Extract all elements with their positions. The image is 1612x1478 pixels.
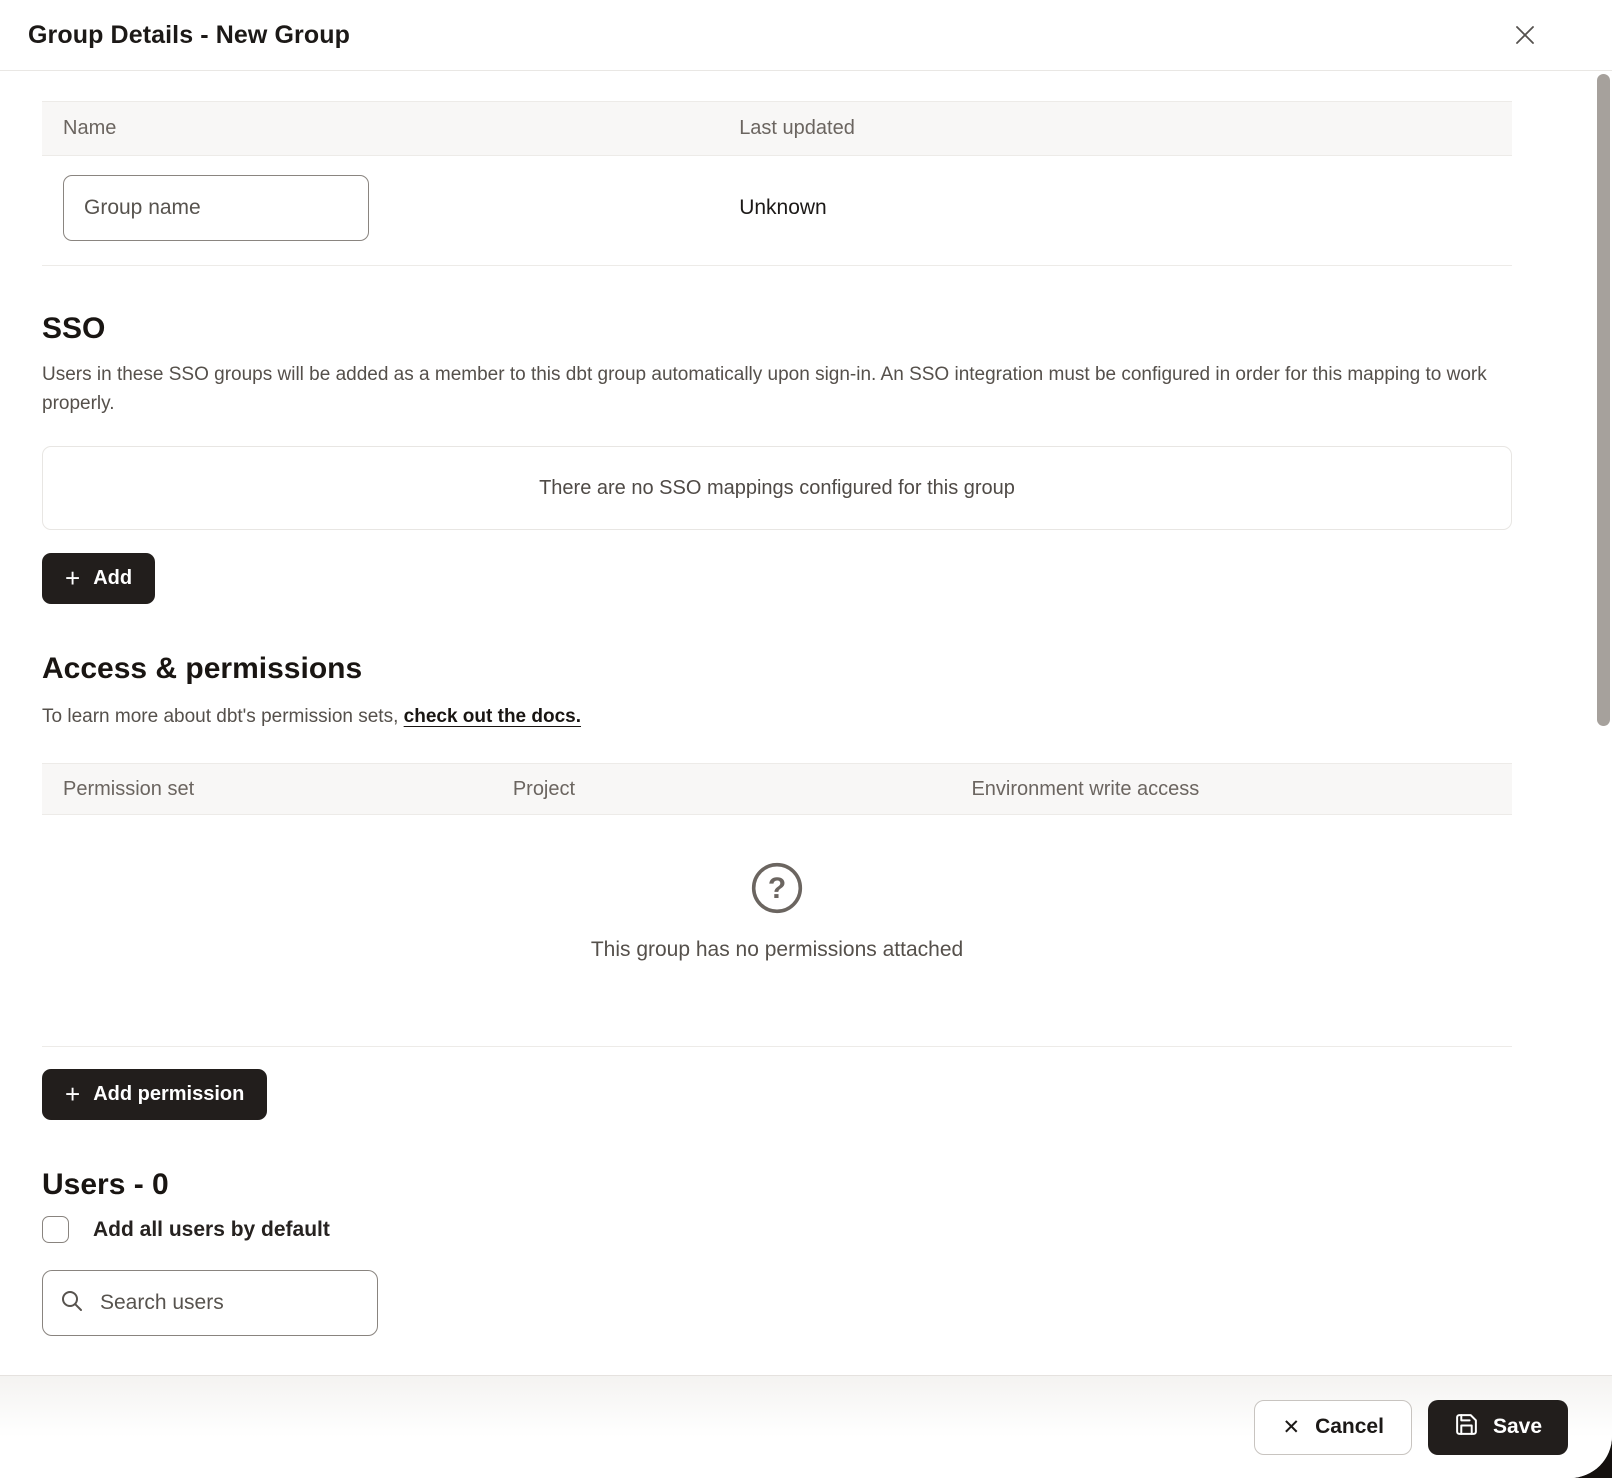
group-details-modal: Group Details - New Group Name Last upda… bbox=[0, 0, 1612, 1478]
group-name-cell bbox=[42, 175, 718, 241]
column-header-environment-write-access: Environment write access bbox=[950, 778, 1512, 801]
name-table-row: Unknown bbox=[42, 156, 1512, 266]
save-label: Save bbox=[1493, 1415, 1542, 1439]
column-header-last-updated: Last updated bbox=[718, 117, 1512, 140]
search-users-input[interactable] bbox=[98, 1290, 373, 1316]
permissions-description: To learn more about dbt's permission set… bbox=[42, 702, 1512, 731]
sso-add-button[interactable]: + Add bbox=[42, 553, 155, 604]
cancel-button[interactable]: ✕ Cancel bbox=[1254, 1400, 1411, 1455]
sso-add-label: Add bbox=[93, 567, 132, 590]
name-table: Name Last updated Unknown bbox=[42, 101, 1512, 266]
add-all-users-label: Add all users by default bbox=[93, 1218, 330, 1242]
save-button[interactable]: Save bbox=[1428, 1400, 1568, 1455]
sso-empty-message: There are no SSO mappings configured for… bbox=[539, 477, 1015, 500]
name-table-header: Name Last updated bbox=[42, 101, 1512, 156]
close-icon bbox=[1510, 20, 1540, 53]
add-all-users-checkbox[interactable] bbox=[42, 1216, 69, 1243]
sso-heading: SSO bbox=[42, 312, 1512, 346]
svg-text:?: ? bbox=[768, 872, 786, 905]
permissions-table-header: Permission set Project Environment write… bbox=[42, 763, 1512, 815]
modal-header: Group Details - New Group bbox=[0, 0, 1612, 71]
users-heading: Users - 0 bbox=[42, 1168, 1512, 1202]
modal-footer: ✕ Cancel Save bbox=[0, 1375, 1612, 1478]
column-header-permission-set: Permission set bbox=[42, 778, 492, 801]
add-permission-button[interactable]: + Add permission bbox=[42, 1069, 267, 1120]
question-circle-icon: ? bbox=[750, 902, 804, 919]
permissions-empty-message: This group has no permissions attached bbox=[42, 938, 1512, 962]
docs-link[interactable]: check out the docs. bbox=[404, 706, 581, 727]
plus-icon: + bbox=[65, 1081, 80, 1107]
sso-empty-state: There are no SSO mappings configured for… bbox=[42, 446, 1512, 530]
search-icon bbox=[60, 1289, 84, 1318]
permissions-empty-state: ? This group has no permissions attached bbox=[42, 815, 1512, 1047]
plus-icon: + bbox=[65, 565, 80, 591]
last-updated-value: Unknown bbox=[718, 196, 1512, 220]
column-header-project: Project bbox=[492, 778, 951, 801]
save-icon bbox=[1454, 1412, 1479, 1443]
cancel-label: Cancel bbox=[1315, 1415, 1384, 1439]
search-users-box bbox=[42, 1270, 378, 1336]
close-button[interactable] bbox=[1509, 20, 1541, 52]
column-header-name: Name bbox=[42, 117, 718, 140]
permissions-heading: Access & permissions bbox=[42, 652, 1512, 686]
permissions-description-text: To learn more about dbt's permission set… bbox=[42, 706, 404, 727]
scrollbar-thumb[interactable] bbox=[1597, 74, 1610, 726]
cancel-x-icon: ✕ bbox=[1282, 1415, 1300, 1440]
add-permission-label: Add permission bbox=[93, 1083, 244, 1106]
add-all-users-row: Add all users by default bbox=[42, 1216, 1512, 1243]
modal-title: Group Details - New Group bbox=[28, 21, 350, 50]
modal-content: Name Last updated Unknown SSO Users in t… bbox=[0, 101, 1612, 1336]
group-name-input[interactable] bbox=[63, 175, 369, 241]
sso-description: Users in these SSO groups will be added … bbox=[42, 360, 1512, 418]
